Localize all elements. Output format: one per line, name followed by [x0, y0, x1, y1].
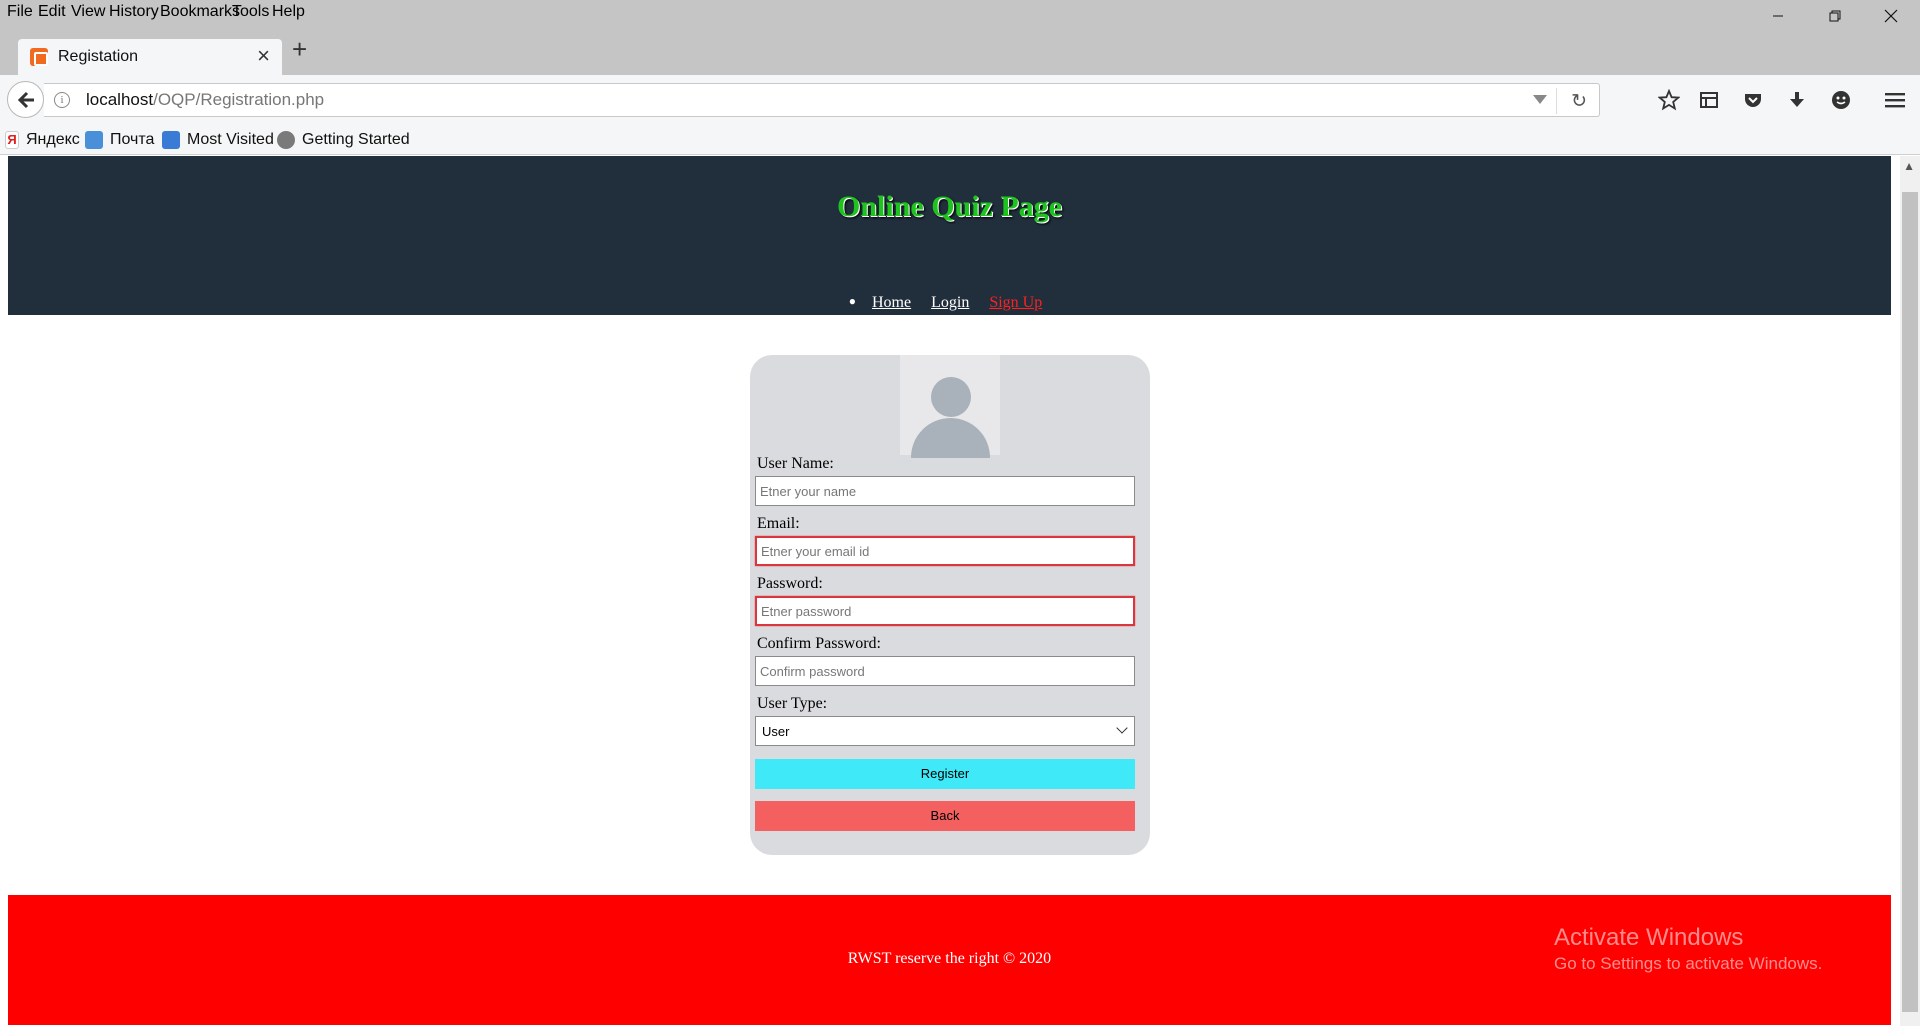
navigation-bar: i localhost/OQP/Registration.php ↻	[0, 75, 1920, 125]
avatar-body	[911, 418, 990, 458]
bookmark-label: Почта	[110, 131, 155, 148]
url-text[interactable]: localhost/OQP/Registration.php	[86, 90, 324, 110]
chevron-down-icon	[1116, 722, 1128, 734]
confirm-password-input[interactable]	[755, 656, 1135, 686]
bookmarks-toolbar: Я Яндекс Почта Most Visited Getting Star…	[0, 125, 1920, 155]
bookmark-most-visited[interactable]: Most Visited	[162, 129, 274, 151]
email-label: Email:	[757, 515, 800, 532]
password-input[interactable]	[755, 596, 1135, 626]
menu-file[interactable]: File	[7, 3, 33, 21]
user-type-select[interactable]: User	[755, 716, 1135, 746]
nav-login-link[interactable]: Login	[931, 294, 969, 311]
back-page-button[interactable]: Back	[755, 801, 1135, 831]
scroll-up-icon[interactable]: ▲	[1903, 159, 1915, 173]
url-separator	[1556, 88, 1557, 114]
watermark-subtitle: Go to Settings to activate Windows.	[1554, 954, 1823, 973]
site-header: Online Quiz Page ● Home Login Sign Up	[8, 156, 1891, 315]
menu-help[interactable]: Help	[272, 3, 305, 21]
bookmark-yandex[interactable]: Я Яндекс	[5, 129, 80, 151]
user-type-label: User Type:	[757, 695, 828, 712]
page-viewport: Online Quiz Page ● Home Login Sign Up Us…	[0, 156, 1920, 1026]
menu-bookmarks[interactable]: Bookmarks	[160, 3, 240, 21]
back-arrow-icon	[17, 91, 34, 108]
yandex-icon: Я	[5, 131, 19, 149]
globe-icon	[277, 131, 295, 149]
tab-registration[interactable]: Registation ×	[18, 39, 282, 75]
confirm-password-label: Confirm Password:	[757, 635, 881, 652]
hamburger-menu-icon[interactable]	[1882, 87, 1908, 113]
username-input[interactable]	[755, 476, 1135, 506]
nav-home-link[interactable]: Home	[872, 294, 911, 311]
bookmark-star-icon[interactable]	[1656, 87, 1682, 113]
history-dropdown-icon[interactable]	[1533, 95, 1547, 104]
new-tab-icon[interactable]: +	[292, 36, 307, 62]
tab-strip: Registation × +	[0, 27, 1920, 75]
registration-card: User Name: Email: Password: Confirm Pass…	[750, 355, 1150, 855]
url-bar[interactable]: i localhost/OQP/Registration.php ↻	[44, 83, 1600, 117]
avatar-icon	[900, 355, 1000, 458]
menu-bar: File Edit View History Bookmarks Tools H…	[0, 0, 1920, 27]
library-icon[interactable]	[1696, 87, 1722, 113]
nav-bullet: ●	[848, 294, 856, 308]
email-input[interactable]	[755, 536, 1135, 566]
bookmark-label: Getting Started	[302, 131, 410, 148]
info-icon[interactable]: i	[54, 92, 70, 108]
menu-edit[interactable]: Edit	[38, 3, 66, 21]
feedback-smiley-icon[interactable]	[1828, 87, 1854, 113]
watermark-title: Activate Windows	[1554, 924, 1744, 951]
reload-icon[interactable]: ↻	[1571, 90, 1587, 113]
menu-history[interactable]: History	[109, 3, 159, 21]
page-title: Online Quiz Page	[837, 190, 1062, 223]
url-host: localhost	[86, 90, 154, 109]
username-label: User Name:	[757, 455, 834, 472]
avatar-head	[931, 377, 971, 417]
activate-windows-watermark: Activate Windows Go to Settings to activ…	[1554, 924, 1822, 974]
close-tab-icon[interactable]: ×	[257, 45, 270, 67]
menu-tools[interactable]: Tools	[232, 3, 269, 21]
nav-signup-link[interactable]: Sign Up	[989, 294, 1042, 311]
back-button[interactable]	[7, 81, 44, 118]
site-nav: ● Home Login Sign Up	[8, 294, 1891, 312]
download-icon[interactable]	[1784, 87, 1810, 113]
menu-view[interactable]: View	[71, 3, 105, 21]
url-path: /OQP/Registration.php	[153, 90, 325, 109]
register-button[interactable]: Register	[755, 759, 1135, 789]
bookmark-pochta[interactable]: Почта	[85, 129, 154, 151]
scrollbar[interactable]: ▲	[1900, 156, 1920, 1026]
password-label: Password:	[757, 575, 823, 592]
folder-icon	[162, 131, 180, 149]
user-type-value: User	[762, 724, 790, 739]
pocket-icon[interactable]	[1740, 87, 1766, 113]
tab-title: Registation	[58, 48, 139, 65]
bookmark-label: Most Visited	[187, 131, 274, 148]
xampp-favicon-icon	[30, 48, 48, 66]
mail-icon	[85, 131, 103, 149]
bookmark-label: Яндекс	[26, 131, 80, 148]
scroll-thumb[interactable]	[1902, 192, 1918, 1012]
bookmark-getting-started[interactable]: Getting Started	[277, 129, 410, 151]
